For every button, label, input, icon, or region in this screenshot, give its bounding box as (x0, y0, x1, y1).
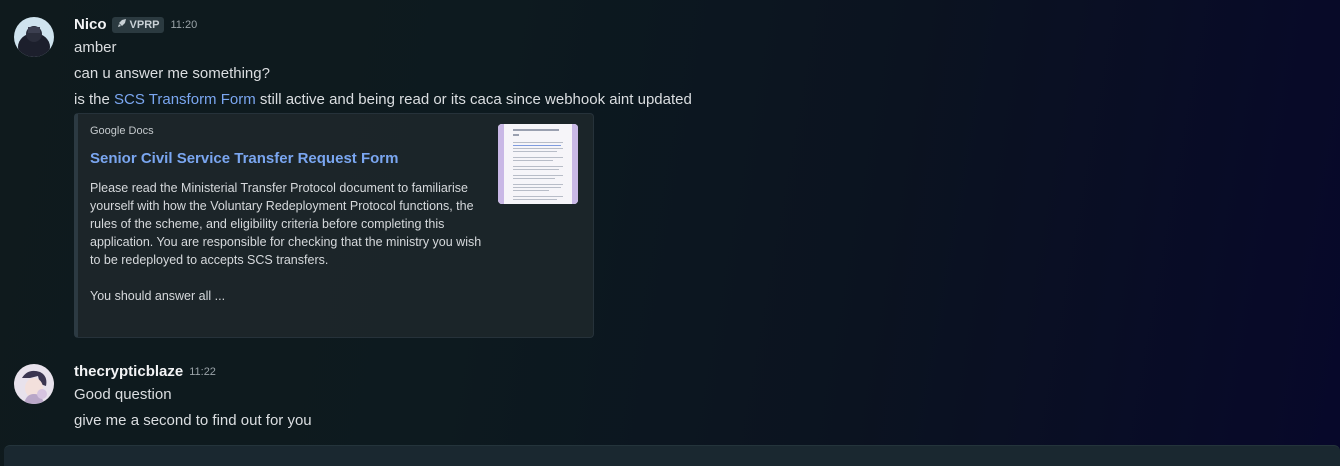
message-text: amber (74, 39, 117, 56)
username[interactable]: Nico (74, 16, 107, 33)
username[interactable]: thecrypticblaze (74, 363, 183, 380)
role-tag-label: VPRP (129, 18, 160, 31)
embed-description: Please read the Ministerial Transfer Pro… (90, 181, 482, 303)
text-after-link: still active and being read or its caca … (255, 91, 692, 108)
embed-title[interactable]: Senior Civil Service Transfer Request Fo… (90, 150, 398, 167)
link-embed: Google Docs Senior Civil Service Transfe… (74, 113, 594, 338)
embed-provider[interactable]: Google Docs (90, 125, 154, 137)
role-tag[interactable]: VPRP (111, 16, 165, 33)
message-text: is the SCS Transform Form still active a… (74, 91, 692, 108)
message-link[interactable]: SCS Transform Form (114, 91, 256, 108)
embed-thumbnail[interactable] (498, 124, 578, 204)
timestamp: 11:22 (189, 365, 216, 378)
user-avatar-nico[interactable] (14, 17, 54, 57)
timestamp: 11:20 (170, 18, 198, 31)
message-text: give me a second to find out for you (74, 412, 312, 429)
user-avatar-thecrypticblaze[interactable] (14, 364, 54, 404)
rocket-icon (117, 18, 127, 31)
message-text: can u answer me something? (74, 65, 270, 82)
message-text: Good question (74, 386, 172, 403)
text-before-link: is the (74, 91, 115, 108)
